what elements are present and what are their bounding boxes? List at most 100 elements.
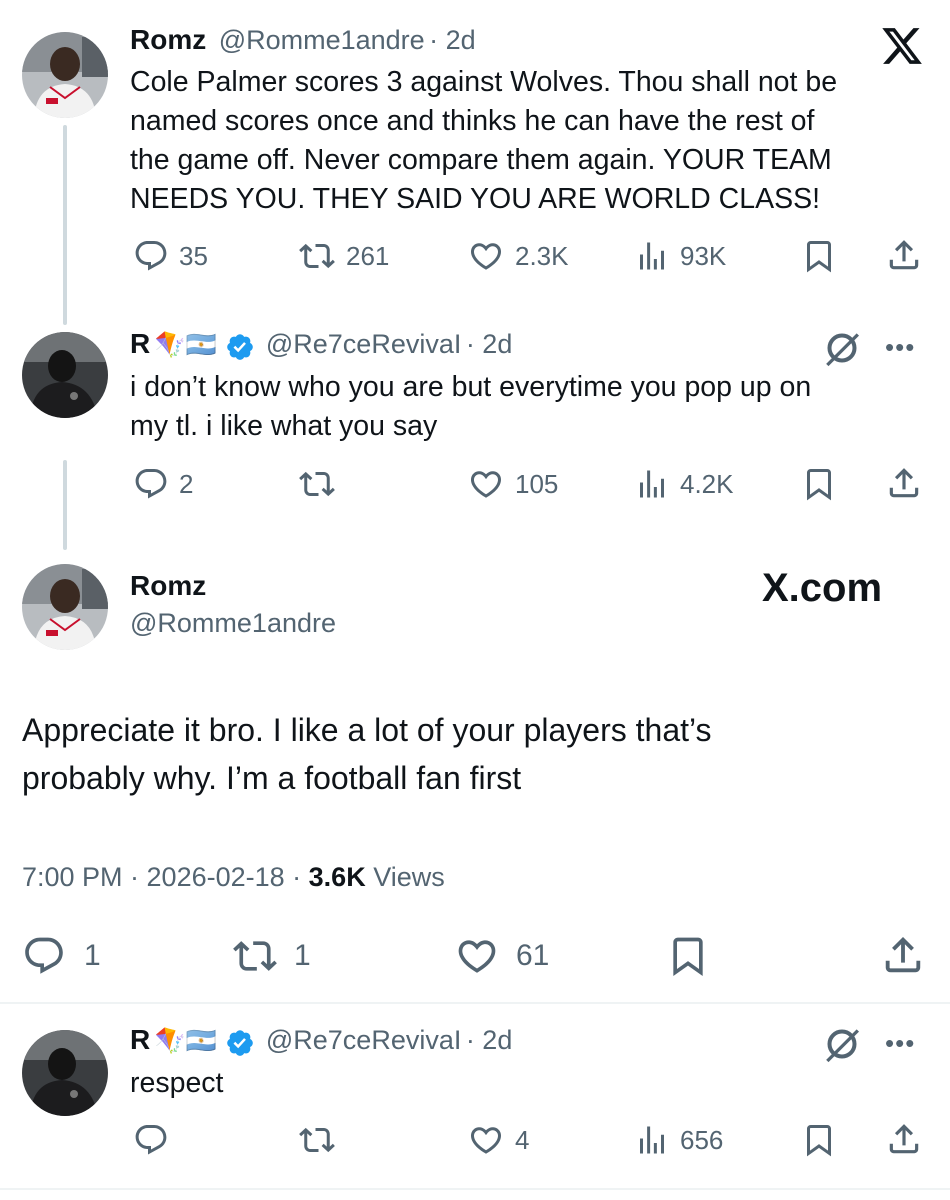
- repost-icon: [298, 466, 336, 502]
- brand-label: X.com: [762, 566, 883, 610]
- tweet-header: R 🪁🇦🇷 @Re7ceRevivaI · 2d: [130, 328, 512, 362]
- reply-icon: [133, 238, 169, 274]
- avatar[interactable]: [22, 332, 108, 418]
- author-handle[interactable]: @Re7ceRevivaI: [266, 329, 462, 359]
- repost-button[interactable]: 261: [298, 238, 389, 274]
- reply-icon: [22, 934, 66, 978]
- views-button[interactable]: 4.2K: [634, 466, 734, 502]
- share-icon: [885, 1120, 923, 1158]
- tweet-text-line: NEEDS YOU. THEY SAID YOU ARE WORLD CLASS…: [130, 183, 821, 215]
- more-icon[interactable]: •••: [885, 332, 915, 363]
- repost-icon: [298, 1122, 336, 1158]
- tweet-text: Cole Palmer scores 3 against Wolves. Tho…: [130, 63, 930, 219]
- x-logo-icon: [880, 24, 924, 68]
- timestamp[interactable]: · 2d: [466, 1025, 513, 1055]
- repost-button[interactable]: [298, 1122, 336, 1158]
- repost-count: 261: [346, 240, 390, 271]
- tweet-text: i don’t know who you are but everytime y…: [130, 368, 930, 446]
- reply-button[interactable]: 1: [22, 934, 101, 978]
- author-name[interactable]: Romz: [130, 24, 206, 55]
- bookmark-icon: [666, 934, 710, 978]
- share-icon: [880, 932, 926, 978]
- share-button[interactable]: [880, 932, 926, 978]
- thread-line: [63, 125, 67, 325]
- like-icon: [467, 466, 505, 502]
- author-name[interactable]: R: [130, 328, 150, 359]
- bookmark-button[interactable]: [801, 238, 837, 274]
- repost-button[interactable]: [298, 466, 336, 502]
- share-button[interactable]: [885, 236, 923, 274]
- tweet-text-line: the game off. Never compare them again. …: [130, 144, 832, 176]
- bookmark-button[interactable]: [801, 1122, 837, 1158]
- reply-button[interactable]: 2: [133, 466, 193, 502]
- verified-icon: [225, 1028, 255, 1058]
- repost-button[interactable]: 1: [232, 934, 311, 978]
- share-button[interactable]: [885, 464, 923, 502]
- share-icon: [885, 464, 923, 502]
- repost-count: 1: [294, 939, 311, 972]
- share-icon: [885, 236, 923, 274]
- views-button[interactable]: 93K: [634, 238, 726, 274]
- repost-icon: [232, 934, 278, 978]
- views-icon: [634, 238, 670, 274]
- tweet-text-line: probably why. I’m a football fan first: [22, 760, 522, 796]
- grok-icon[interactable]: [822, 328, 862, 368]
- views-icon: [634, 466, 670, 502]
- like-count: 61: [516, 939, 550, 972]
- thread-line: [63, 460, 67, 550]
- author-flags: 🪁🇦🇷: [154, 331, 217, 359]
- like-button[interactable]: 61: [454, 934, 549, 978]
- bookmark-button[interactable]: [666, 934, 710, 978]
- grok-icon[interactable]: [822, 1024, 862, 1064]
- views-count: 4.2K: [680, 468, 734, 499]
- post-time[interactable]: 7:00 PM · 2026-02-18 ·: [22, 862, 309, 892]
- divider: [0, 1002, 950, 1004]
- author-handle[interactable]: @Romme1andre: [130, 608, 336, 639]
- bookmark-icon: [801, 1122, 837, 1158]
- timestamp[interactable]: · 2d: [466, 329, 513, 359]
- tweet-header: R 🪁🇦🇷 @Re7ceRevivaI · 2d: [130, 1024, 512, 1058]
- reply-button[interactable]: 35: [133, 238, 208, 274]
- reply-count: 35: [179, 240, 208, 271]
- views-total: 3.6K: [308, 862, 366, 892]
- like-count: 2.3K: [515, 240, 569, 271]
- tweet-text-line: named scores once and thinks he can have…: [130, 105, 815, 137]
- tweet-text: respect: [130, 1067, 224, 1099]
- tweet-text-line: i don’t know who you are but everytime y…: [130, 371, 812, 403]
- author-name[interactable]: Romz: [130, 570, 206, 602]
- tweet-text-line: my tl. i like what you say: [130, 410, 438, 442]
- timestamp[interactable]: · 2d: [429, 25, 476, 55]
- repost-icon: [298, 238, 336, 274]
- like-count: 4: [515, 1124, 530, 1155]
- more-icon[interactable]: •••: [885, 1028, 915, 1059]
- reply-icon: [133, 466, 169, 502]
- author-name[interactable]: R: [130, 1024, 150, 1055]
- reply-button[interactable]: [133, 1122, 169, 1158]
- like-icon: [467, 238, 505, 274]
- views-count: 93K: [680, 240, 727, 271]
- reply-icon: [133, 1122, 169, 1158]
- avatar[interactable]: [22, 1030, 108, 1116]
- like-icon: [467, 1122, 505, 1158]
- verified-icon: [225, 332, 255, 362]
- bookmark-button[interactable]: [801, 466, 837, 502]
- tweet-header: Romz @Romme1andre · 2d: [130, 24, 476, 56]
- tweet-text-line: Appreciate it bro. I like a lot of your …: [22, 712, 712, 748]
- author-handle[interactable]: @Romme1andre: [219, 25, 425, 55]
- tweet-meta: 7:00 PM · 2026-02-18 · 3.6K Views: [22, 862, 445, 893]
- views-button[interactable]: 656: [634, 1122, 723, 1158]
- like-button[interactable]: 2.3K: [467, 238, 569, 274]
- bookmark-icon: [801, 466, 837, 502]
- avatar[interactable]: [22, 564, 108, 650]
- divider: [0, 1188, 950, 1190]
- views-icon: [634, 1122, 670, 1158]
- like-button[interactable]: 105: [467, 466, 558, 502]
- avatar[interactable]: [22, 32, 108, 118]
- tweet-text: Appreciate it bro. I like a lot of your …: [22, 706, 922, 802]
- author-handle[interactable]: @Re7ceRevivaI: [266, 1025, 462, 1055]
- share-button[interactable]: [885, 1120, 923, 1158]
- reply-count: 2: [179, 468, 194, 499]
- views-count: 656: [680, 1124, 724, 1155]
- like-button[interactable]: 4: [467, 1122, 529, 1158]
- views-label: Views: [365, 862, 445, 892]
